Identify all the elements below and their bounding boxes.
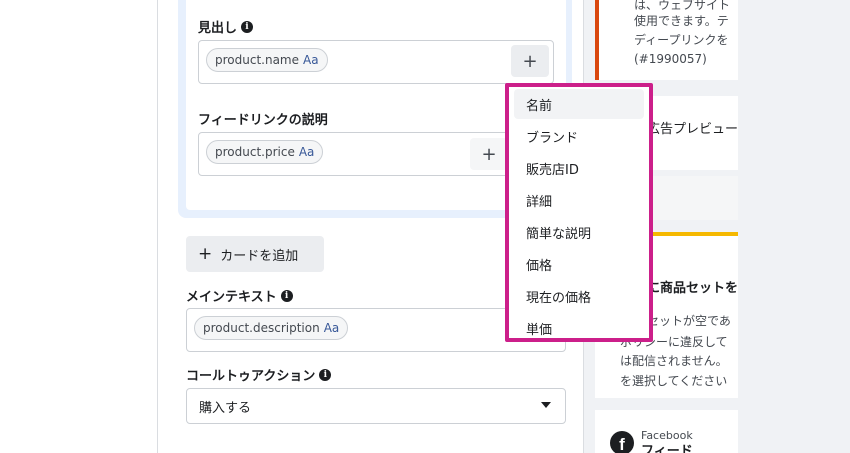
info-icon[interactable]: i — [280, 289, 293, 302]
plus-icon: + — [522, 50, 538, 72]
facebook-logo-icon: f — [610, 431, 634, 453]
cta-label: コールトゥアクション i — [186, 365, 332, 384]
cta-selected-value: 購入する — [199, 400, 252, 416]
plus-icon: + — [481, 143, 497, 165]
warning-line: を選択してください — [620, 374, 728, 388]
main-text-label-text: メインテキスト — [186, 290, 277, 305]
placement-brand: Facebook — [641, 429, 693, 442]
warning-line: セットが空であ — [647, 314, 731, 328]
product-set-warning-title: に商品セットを — [647, 281, 739, 296]
main-text-label: メインテキスト i — [186, 286, 293, 305]
dropdown-option[interactable]: 詳細 — [514, 185, 644, 215]
main-text-token-text: product.description — [203, 321, 320, 335]
notice-line: 使用できます。テ — [634, 14, 729, 28]
cta-select[interactable]: 購入する — [186, 388, 566, 424]
link-description-label-text: フィードリンクの説明 — [198, 113, 328, 128]
dropdown-option[interactable]: 単価 — [514, 313, 644, 338]
headline-token-text: product.name — [215, 53, 299, 67]
main-text-token-chip[interactable]: product.description Aa — [194, 316, 349, 340]
notice-line: ディープリンクを — [634, 33, 729, 47]
notice-line: (#1990057) — [634, 52, 707, 66]
facebook-glyph: f — [619, 435, 625, 453]
ad-preview-label: 広告プレビュー — [647, 122, 739, 137]
dropdown-option[interactable]: 価格 — [514, 249, 644, 279]
link-description-insert-button[interactable]: + — [470, 138, 508, 170]
link-description-label: フィードリンクの説明 — [198, 109, 328, 128]
dropdown-option[interactable]: 販売店ID — [514, 153, 644, 183]
placement-name: フィード — [641, 444, 693, 453]
headline-label-text: 見出し — [198, 21, 238, 36]
dropdown-option[interactable]: 名前 — [514, 89, 644, 119]
headline-label: 見出し i — [198, 17, 254, 36]
dropdown-option[interactable]: 現在の価格 — [514, 281, 644, 311]
link-description-token-chip[interactable]: product.price Aa — [206, 140, 324, 164]
cta-label-text: コールトゥアクション — [186, 369, 316, 384]
ad-editor-screen: 見出し i product.name Aa + フィードリンクの説明 produ… — [0, 0, 850, 453]
plus-icon: + — [198, 244, 213, 264]
caret-down-icon — [541, 402, 551, 408]
notice-line: は、ウェブサイト — [634, 0, 731, 12]
headline-insert-button[interactable]: + — [511, 45, 549, 77]
text-format-icon: Aa — [323, 321, 340, 335]
warning-line: は配信されません。 — [620, 354, 728, 368]
headline-token-chip[interactable]: product.name Aa — [206, 48, 328, 72]
dropdown-option[interactable]: ブランド — [514, 121, 644, 151]
add-card-button[interactable]: + カードを追加 — [186, 236, 324, 272]
info-icon[interactable]: i — [319, 368, 332, 381]
text-format-icon: Aa — [303, 53, 319, 67]
link-description-token-text: product.price — [215, 145, 295, 159]
info-icon[interactable]: i — [241, 20, 254, 33]
dropdown-option[interactable]: 簡単な説明 — [514, 217, 644, 247]
field-options-list: 名前 ブランド 販売店ID 詳細 簡単な説明 価格 現在の価格 単価 — [509, 87, 649, 338]
text-format-icon: Aa — [298, 145, 315, 159]
add-card-label: カードを追加 — [220, 248, 299, 264]
